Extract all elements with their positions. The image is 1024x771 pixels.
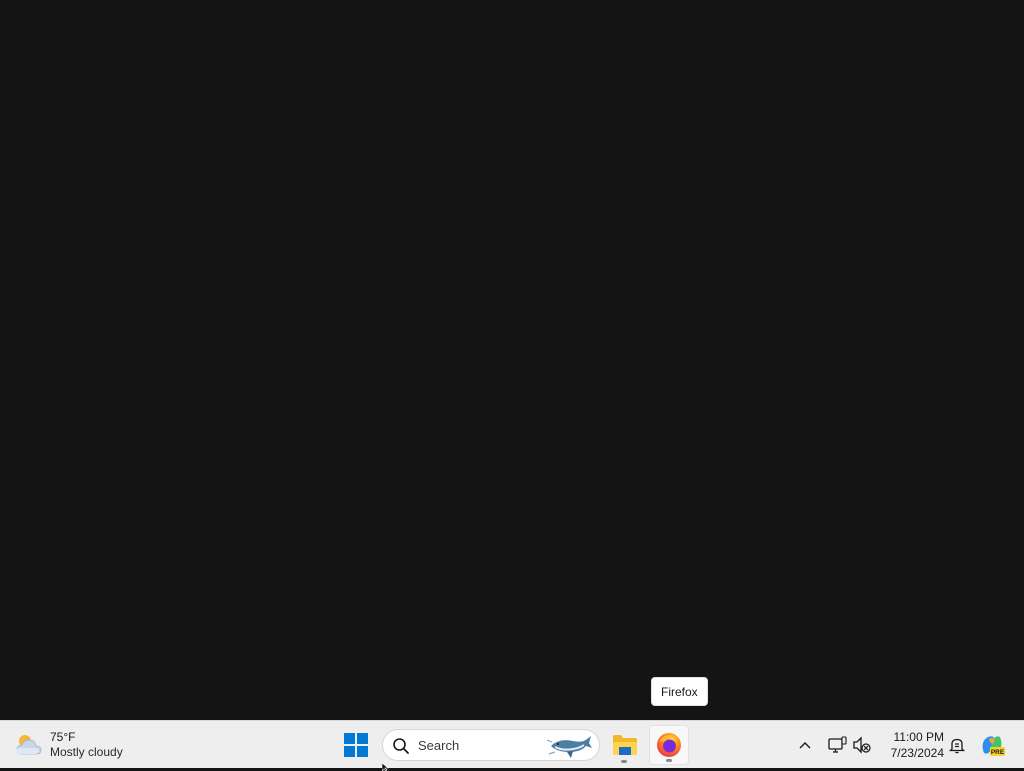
windows-start-icon: [344, 733, 368, 757]
whale-search-highlight-icon: [547, 736, 592, 758]
network-button[interactable]: [825, 733, 849, 757]
notification-bell-icon: [948, 738, 966, 754]
copilot-icon: PRE: [982, 736, 1005, 756]
show-hidden-icons-button[interactable]: [793, 733, 817, 757]
start-button[interactable]: [338, 727, 374, 763]
desktop: [0, 0, 1024, 720]
chevron-up-icon: [799, 742, 811, 749]
taskbar-search-box[interactable]: Search: [382, 729, 600, 761]
weather-condition: Mostly cloudy: [50, 745, 123, 759]
clock-date: 7/23/2024: [890, 746, 944, 760]
folder-icon: [613, 735, 637, 755]
volume-button[interactable]: [850, 733, 874, 757]
copilot-badge: PRE: [991, 749, 1005, 756]
firefox-button[interactable]: [649, 725, 689, 765]
explorer-running-indicator: [621, 760, 627, 763]
copilot-button[interactable]: PRE: [978, 733, 1006, 757]
firefox-tooltip: Firefox: [651, 677, 708, 706]
speaker-muted-icon: [853, 736, 871, 754]
clock-time: 11:00 PM: [893, 730, 944, 744]
weather-text: 75°F Mostly cloudy: [50, 730, 123, 760]
tooltip-text: Firefox: [661, 684, 698, 699]
weather-temperature: 75°F: [50, 730, 76, 744]
file-explorer-button[interactable]: [605, 725, 645, 765]
network-icon: [828, 736, 847, 753]
mouse-cursor-icon: [382, 763, 389, 771]
search-placeholder: Search: [418, 738, 460, 753]
search-icon: [393, 738, 409, 754]
firefox-icon: [657, 733, 681, 757]
firefox-running-indicator: [666, 759, 672, 762]
weather-widget[interactable]: 75°F Mostly cloudy: [14, 727, 123, 763]
clock[interactable]: 11:00 PM 7/23/2024: [878, 729, 944, 761]
notifications-button[interactable]: [945, 733, 969, 757]
taskbar: 75°F Mostly cloudy Search 11:00 PM 7/23/…: [0, 720, 1024, 768]
cloudy-weather-icon: [16, 735, 42, 755]
